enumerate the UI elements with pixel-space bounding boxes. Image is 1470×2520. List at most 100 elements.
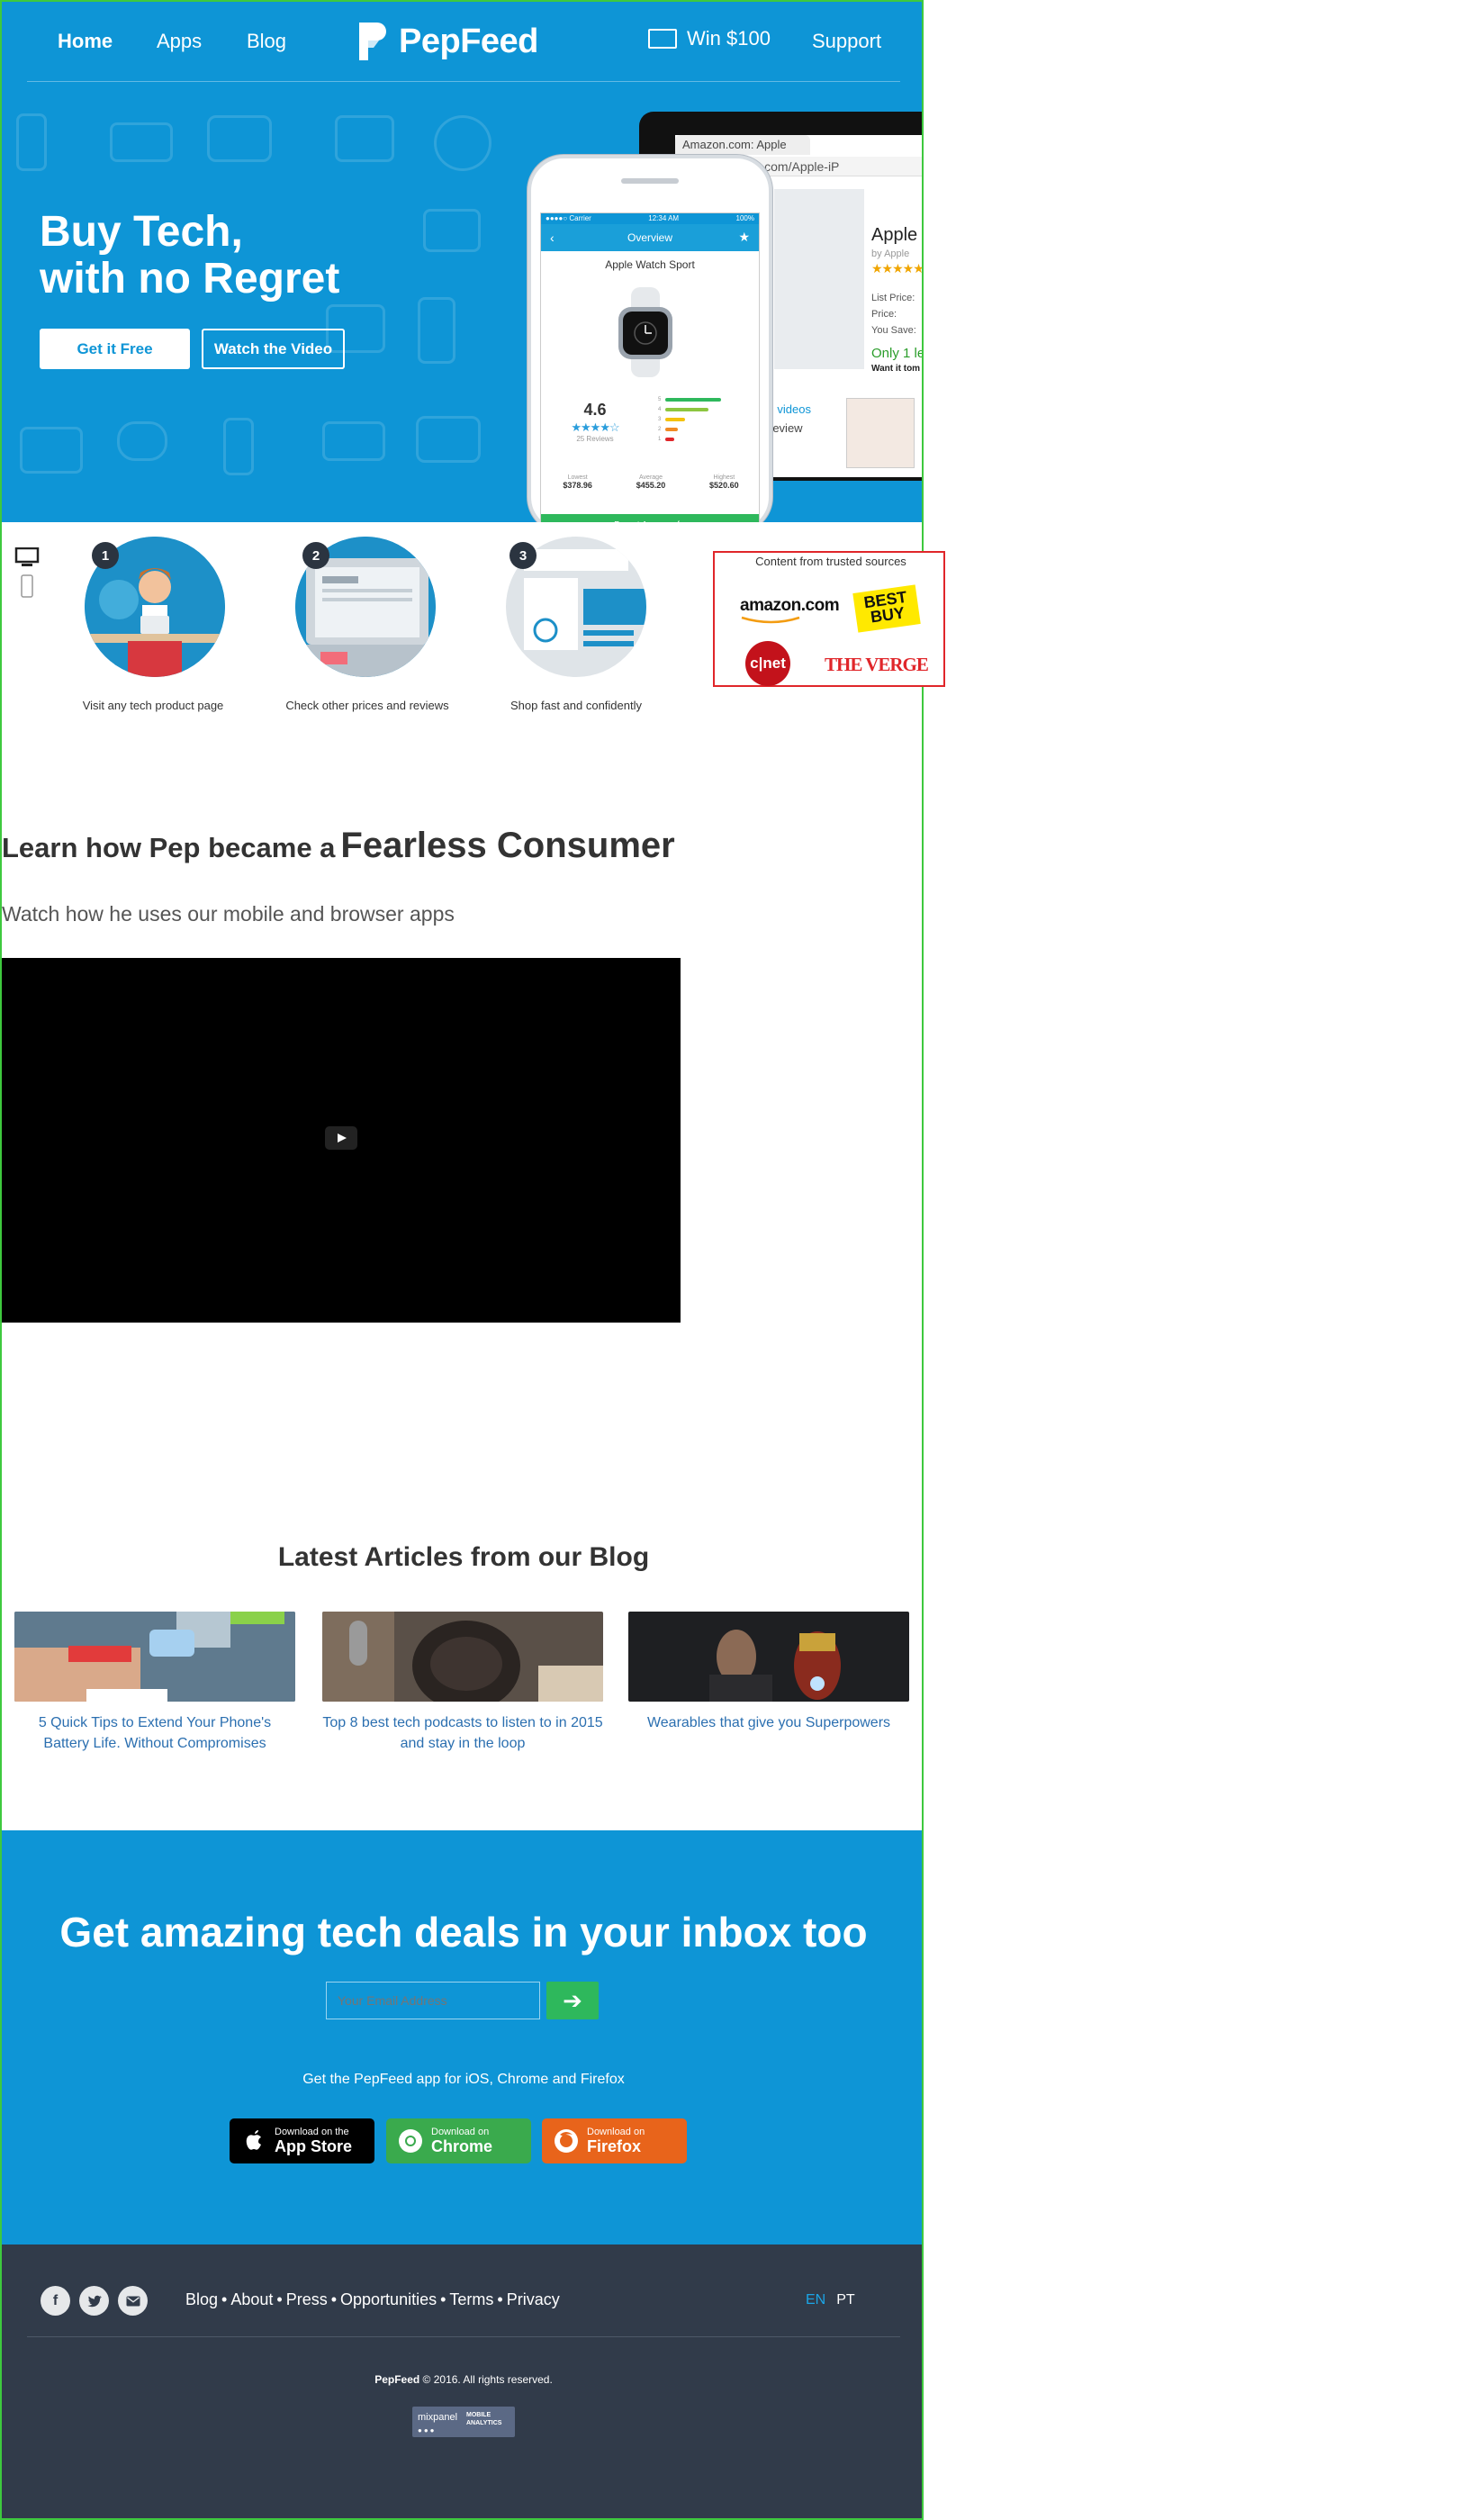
bg-camcorder-icon-2 <box>322 421 385 461</box>
phone-battery: 100% <box>735 214 754 222</box>
blog-post-2[interactable]: Top 8 best tech podcasts to listen to in… <box>322 1612 603 1754</box>
phone-product-name: Apple Watch Sport <box>605 258 695 271</box>
phone-carrier: ●●●●○ Carrier <box>546 214 591 222</box>
review-text: review <box>769 421 803 435</box>
chrome-icon <box>399 2129 422 2153</box>
firefox-store-small: Download on <box>587 2127 645 2137</box>
phone-time: 12:34 AM <box>648 214 680 222</box>
apple-watch-image <box>618 287 672 377</box>
watch-video-button[interactable]: Watch the Video <box>202 329 345 369</box>
page: Home Apps Blog PepFeed Win $100 Support … <box>0 0 1470 2520</box>
email-input[interactable] <box>326 1982 540 2019</box>
price-label: Price: <box>871 309 897 320</box>
ticket-icon <box>648 29 677 49</box>
rating-bar-5: 5 <box>658 395 739 403</box>
play-icon[interactable] <box>325 1126 357 1150</box>
bg-camera-icon <box>207 115 272 162</box>
blog-post-3[interactable]: Wearables that give you Superpowers <box>628 1612 909 1733</box>
thumbnail-image <box>846 398 915 468</box>
nav-blog-link[interactable]: Blog <box>247 30 286 53</box>
blog-post-3-title[interactable]: Wearables that give you Superpowers <box>628 1712 909 1733</box>
footer-divider <box>27 2336 900 2337</box>
copyright: PepFeed © 2016. All rights reserved. <box>2 2373 922 2386</box>
subscribe-arrow-button[interactable]: ➔ <box>546 1982 599 2019</box>
language-switcher: EN PT <box>806 2292 855 2308</box>
step-1-caption: Visit any tech product page <box>82 699 224 712</box>
footer-about-link[interactable]: About <box>230 2290 273 2308</box>
bg-watch-icon <box>434 115 492 171</box>
product-image-placeholder <box>774 189 864 369</box>
list-price-label: List Price: <box>871 293 915 303</box>
copyright-text: © 2016. All rights reserved. <box>422 2373 553 2386</box>
footer-terms-link[interactable]: Terms <box>449 2290 493 2308</box>
blog-post-2-image[interactable] <box>322 1612 603 1702</box>
bg-tablet-icon-2 <box>20 427 83 474</box>
video-player[interactable] <box>2 958 681 1323</box>
chrome-store-small: Download on <box>431 2127 490 2137</box>
lang-pt-link[interactable]: PT <box>836 2292 854 2308</box>
app-store-small: Download on the <box>275 2127 349 2137</box>
bg-camcorder-icon <box>110 122 173 162</box>
trusted-sources-title: Content from trusted sources <box>755 555 906 568</box>
lang-en-link[interactable]: EN <box>806 2292 825 2308</box>
get-it-free-button[interactable]: Get it Free <box>40 329 190 369</box>
browser-tab: Amazon.com: Apple <box>675 135 810 155</box>
blog-post-3-image[interactable] <box>628 1612 909 1702</box>
blog-post-2-title[interactable]: Top 8 best tech podcasts to listen to in… <box>322 1712 603 1754</box>
newsletter-section: Get amazing tech deals in your inbox too… <box>2 1830 922 2245</box>
pepfeed-logo-icon <box>359 23 386 60</box>
stock-text: Only 1 le <box>871 346 924 361</box>
phone-status-bar: ●●●●○ Carrier 12:34 AM 100% <box>541 213 759 224</box>
phone-header-title: Overview <box>627 231 672 244</box>
cnet-logo: c|net <box>745 641 790 686</box>
footer-blog-link[interactable]: Blog <box>185 2290 218 2308</box>
mail-icon[interactable] <box>118 2286 148 2316</box>
rating-bar-4: 4 <box>658 405 739 413</box>
blog-post-1-title[interactable]: 5 Quick Tips to Extend Your Phone's Batt… <box>14 1712 295 1754</box>
the-verge-logo: THE VERGE <box>825 654 929 675</box>
firefox-store-button[interactable]: Download on Firefox <box>542 2118 687 2163</box>
win-prize-link[interactable]: Win $100 <box>648 27 771 50</box>
nav-home-link[interactable]: Home <box>58 30 113 53</box>
amazon-stars: ★★★★★ <box>871 261 924 275</box>
chrome-store-button[interactable]: Download on Chrome <box>386 2118 531 2163</box>
step-2-number: 2 <box>302 542 329 569</box>
brand-logo[interactable]: PepFeed <box>356 18 538 65</box>
hero-title-line-2: with no Regret <box>40 255 340 303</box>
footer-privacy-link[interactable]: Privacy <box>507 2290 560 2308</box>
mixpanel-badge[interactable]: mixpanel MOBILE ANALYTICS ●●● <box>412 2407 515 2437</box>
mobile-icon[interactable] <box>20 574 34 598</box>
learn-heading-light: Learn how Pep became a <box>2 832 336 863</box>
learn-heading: Learn how Pep became a Fearless Consumer <box>2 826 675 866</box>
blog-heading: Latest Articles from our Blog <box>277 1542 650 1572</box>
bg-gamepad-icon <box>117 421 167 461</box>
chrome-store-big: Chrome <box>431 2137 493 2155</box>
price-summary: Lowest $378.96 Average $455.20 Highest $520… <box>541 474 759 490</box>
hero-title: Buy Tech, with no Regret <box>40 209 418 303</box>
nav-support-link[interactable]: Support <box>812 30 881 53</box>
footer-press-link[interactable]: Press <box>286 2290 328 2308</box>
blog-post-1[interactable]: 5 Quick Tips to Extend Your Phone's Batt… <box>14 1612 295 1754</box>
bestbuy-logo: BEST BUY <box>852 584 921 633</box>
phone-buy-button: Buy at Amazon for <box>541 514 759 522</box>
nav-divider <box>27 81 900 82</box>
delivery-text: Want it tom <box>871 364 921 374</box>
newsletter-heading: Get amazing tech deals in your inbox too <box>59 1909 868 1955</box>
lowest-price: Lowest $378.96 <box>563 474 592 490</box>
facebook-icon[interactable]: f <box>41 2286 70 2316</box>
step-1-number: 1 <box>92 542 119 569</box>
amazon-by: by Apple <box>871 248 910 259</box>
bg-robot-icon <box>423 209 481 252</box>
footer-opportunities-link[interactable]: Opportunities <box>340 2290 437 2308</box>
nav-apps-link[interactable]: Apps <box>157 30 202 53</box>
app-store-button[interactable]: Download on the App Store <box>230 2118 374 2163</box>
top-nav: Home Apps Blog PepFeed Win $100 Support <box>2 2 922 83</box>
blog-post-1-image[interactable] <box>14 1612 295 1702</box>
mixpanel-dots-icon: ●●● <box>418 2426 437 2434</box>
phone-rating: 4.6 <box>583 401 607 419</box>
amazon-logo: amazon.com <box>740 596 840 615</box>
twitter-icon[interactable] <box>79 2286 109 2316</box>
desktop-icon[interactable] <box>14 547 40 567</box>
amazon-price-labels: List Price: Price: You Save: <box>871 290 916 339</box>
phone-speaker <box>621 178 679 184</box>
